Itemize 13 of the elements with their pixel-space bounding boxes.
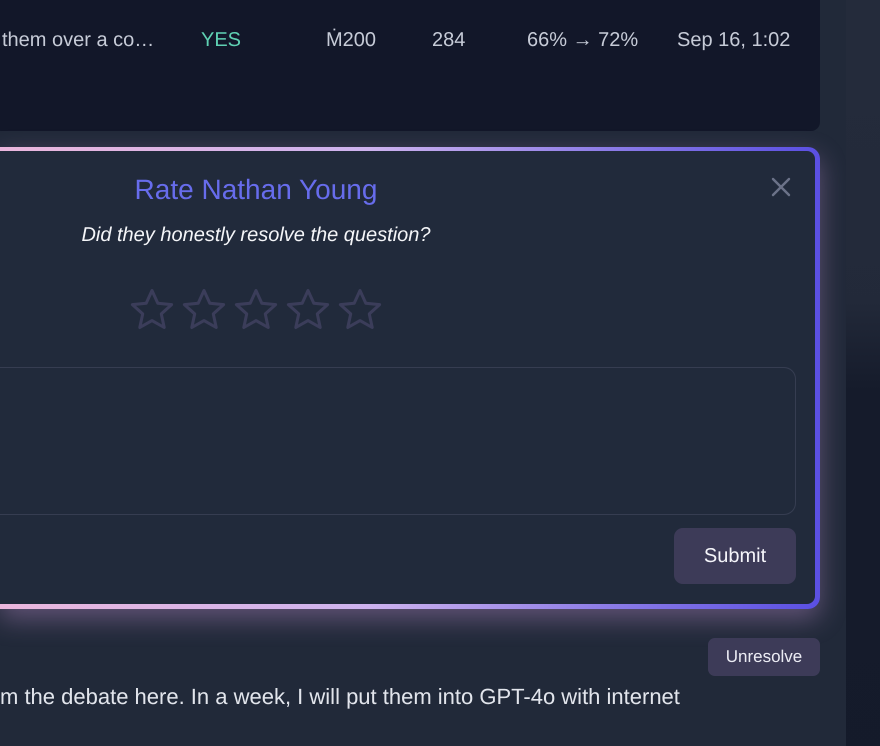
table-cell: 66% → 72%: [527, 29, 638, 51]
dialog-title: Rate Nathan Young: [134, 173, 378, 207]
close-icon: [771, 177, 791, 197]
table-cell: them over a co…: [2, 29, 154, 51]
unresolve-button[interactable]: Unresolve: [708, 638, 820, 676]
dialog-question: Did they honestly resolve the question?: [81, 223, 431, 247]
close-button[interactable]: [771, 177, 791, 197]
comment-text: m the debate here. In a week, I will put them into GPT-4o with internet: [0, 683, 681, 711]
table-cell: YES: [201, 29, 242, 51]
table-cell: Ṁ200: [326, 29, 376, 51]
submit-button[interactable]: Submit: [674, 528, 796, 584]
table-cell: 284: [432, 29, 466, 51]
table-cell: Sep 16, 1:02: [677, 29, 790, 51]
